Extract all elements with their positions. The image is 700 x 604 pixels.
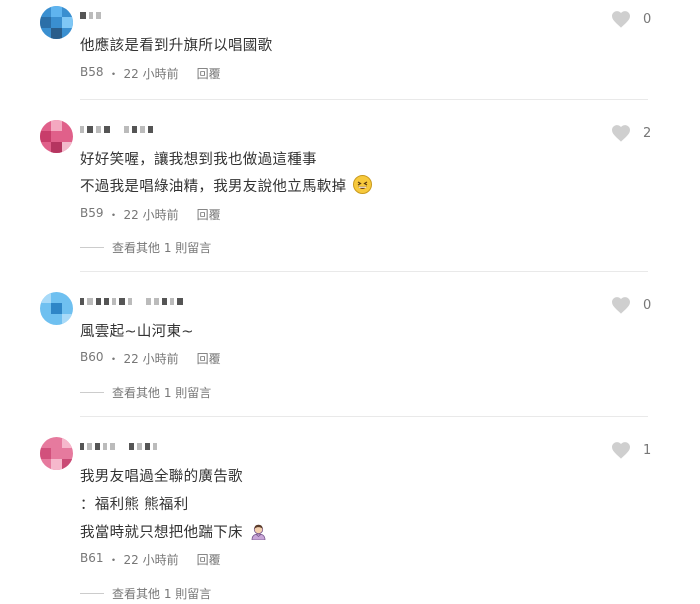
heart-icon bbox=[612, 297, 630, 314]
reply-button[interactable]: 回覆 bbox=[197, 551, 221, 568]
like-button[interactable]: 1 bbox=[611, 441, 651, 459]
floor-number: B61 bbox=[80, 551, 104, 565]
comment-text: 好好笑喔，讓我想到我也做過這種事 bbox=[80, 152, 317, 168]
divider bbox=[80, 593, 104, 594]
comment-text: ：福利熊 熊福利 bbox=[80, 497, 189, 513]
comment-text: 他應該是看到升旗所以唱國歌 bbox=[80, 38, 273, 54]
like-button[interactable]: 0 bbox=[611, 296, 651, 314]
divider bbox=[80, 99, 648, 100]
view-more-replies-button[interactable]: 查看其他 1 則留言 bbox=[80, 239, 211, 256]
comment-text: 風雲起~山河東~ bbox=[80, 324, 194, 340]
reply-button[interactable]: 回覆 bbox=[197, 65, 221, 82]
comment-meta: B61 ・ 22 小時前 回覆 bbox=[80, 551, 221, 568]
author-name[interactable] bbox=[80, 295, 183, 307]
like-count: 0 bbox=[643, 297, 652, 313]
heart-icon bbox=[612, 442, 630, 459]
like-button[interactable]: 0 bbox=[611, 10, 651, 28]
floor-number: B59 bbox=[80, 206, 104, 220]
like-count: 0 bbox=[643, 11, 652, 27]
comment-meta: B58 ・ 22 小時前 回覆 bbox=[80, 65, 221, 82]
grinning-sweat-emoji bbox=[353, 175, 373, 194]
divider bbox=[80, 247, 104, 248]
comment-meta: B59 ・ 22 小時前 回覆 bbox=[80, 206, 221, 223]
comment-text: 我男友唱過全聯的廣告歌 bbox=[80, 469, 243, 485]
divider bbox=[80, 392, 104, 393]
like-count: 1 bbox=[643, 442, 652, 458]
like-count: 2 bbox=[643, 125, 652, 141]
heart-icon bbox=[612, 125, 630, 142]
view-more-replies-button[interactable]: 查看其他 1 則留言 bbox=[80, 585, 211, 602]
author-name[interactable] bbox=[80, 9, 101, 21]
avatar[interactable] bbox=[40, 437, 73, 470]
avatar[interactable] bbox=[40, 6, 73, 39]
author-name[interactable] bbox=[80, 440, 157, 452]
woman-gesturing-emoji bbox=[250, 523, 267, 540]
timestamp: 22 小時前 bbox=[123, 208, 179, 222]
divider bbox=[80, 271, 648, 272]
floor-number: B60 bbox=[80, 350, 104, 364]
reply-button[interactable]: 回覆 bbox=[197, 350, 221, 367]
reply-button[interactable]: 回覆 bbox=[197, 206, 221, 223]
avatar[interactable] bbox=[40, 292, 73, 325]
heart-icon bbox=[612, 11, 630, 28]
timestamp: 22 小時前 bbox=[123, 352, 179, 366]
timestamp: 22 小時前 bbox=[123, 67, 179, 81]
comment-meta: B60 ・ 22 小時前 回覆 bbox=[80, 350, 221, 367]
divider bbox=[80, 416, 648, 417]
view-more-replies-button[interactable]: 查看其他 1 則留言 bbox=[80, 384, 211, 401]
timestamp: 22 小時前 bbox=[123, 553, 179, 567]
floor-number: B58 bbox=[80, 65, 104, 79]
comment-text: 我當時就只想把他踹下床 bbox=[80, 521, 267, 542]
avatar[interactable] bbox=[40, 120, 73, 153]
author-name[interactable] bbox=[80, 123, 153, 135]
comment-text: 不過我是唱綠油精，我男友說他立馬軟掉 bbox=[80, 175, 373, 196]
like-button[interactable]: 2 bbox=[611, 124, 651, 142]
